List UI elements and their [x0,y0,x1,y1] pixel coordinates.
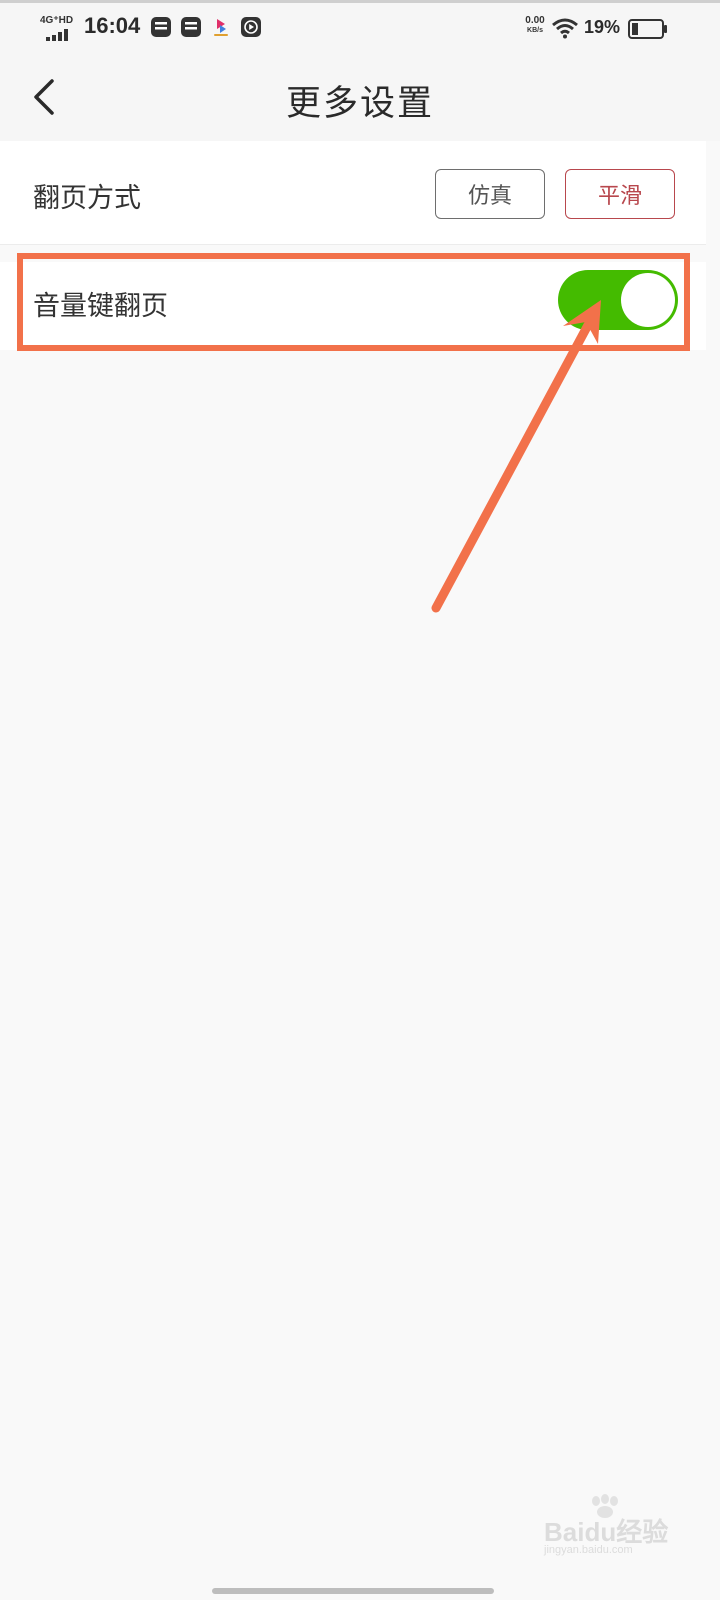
watermark-subtext: jingyan.baidu.com [544,1544,633,1556]
network-indicator: 4G⁺HD [40,15,78,41]
sim-card-icon [181,17,201,37]
clock: 16:04 [84,13,141,38]
flip-mode-smooth-button[interactable]: 平滑 [565,169,675,219]
baidu-jingyan-watermark: Baidu经验 jingyan.baidu.com [538,1494,678,1556]
app-notification-icon [214,19,228,36]
flip-mode-label: 翻页方式 [33,183,141,214]
toggle-knob [621,273,675,327]
wifi-icon [552,18,578,39]
setting-row-volume-key-flip: 音量键翻页 [0,262,706,350]
network-speed-value: 0.00 [525,15,545,26]
volume-key-flip-toggle[interactable] [558,270,678,330]
nav-bar: 更多设置 [0,53,720,141]
volume-key-flip-label: 音量键翻页 [33,291,168,322]
status-bar: 4G⁺HD 16:04 0.00 KB/s 19% [0,3,720,53]
network-speed: 0.00 KB/s [520,16,550,35]
signal-icon [46,29,68,41]
home-indicator[interactable] [212,1588,494,1594]
setting-row-flip-mode: 翻页方式 仿真 平滑 [0,141,706,245]
sim-card-icon [151,17,171,37]
network-speed-unit: KB/s [527,27,543,34]
battery-percent: 19% [584,17,621,37]
battery-icon [628,19,667,39]
play-icon [241,17,261,37]
flip-mode-simulation-button[interactable]: 仿真 [435,169,545,219]
network-label: 4G⁺HD [40,15,74,26]
page-title: 更多设置 [285,84,434,124]
